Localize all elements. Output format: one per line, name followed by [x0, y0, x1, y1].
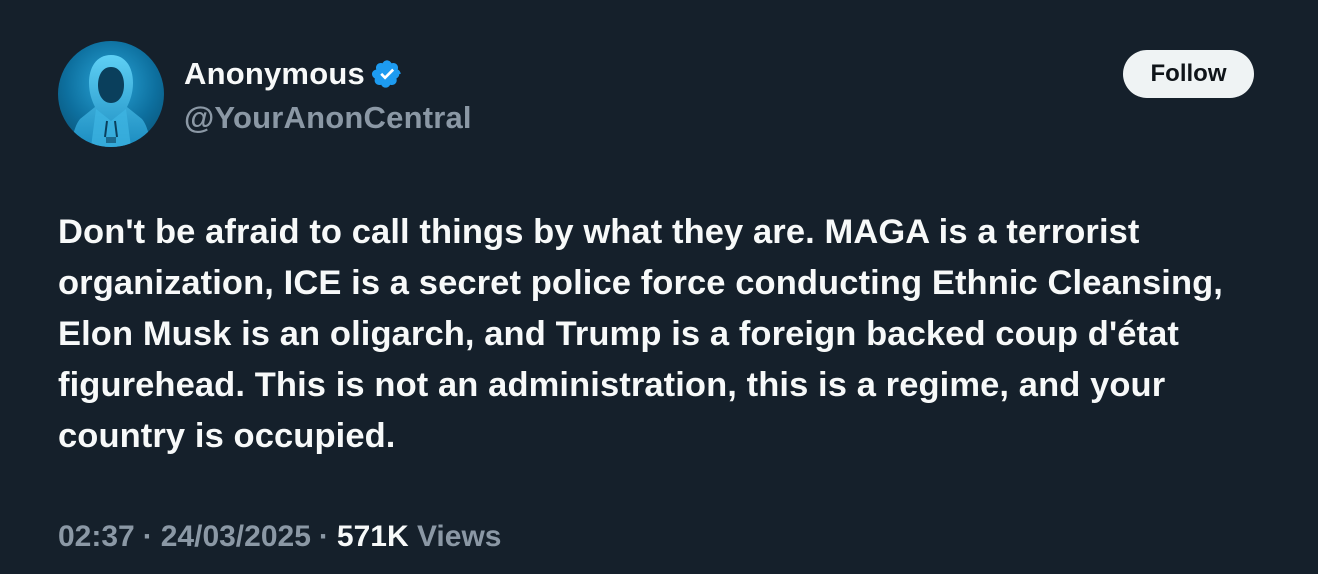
tweet-card: Anonymous @YourAnonCentral Follow Don't … — [0, 0, 1318, 574]
name-row: Anonymous — [184, 54, 472, 94]
tweet-meta: 02:37 · 24/03/2025 · 571K Views — [58, 515, 501, 559]
views-count: 571K — [336, 520, 409, 553]
meta-separator: · — [318, 520, 329, 553]
author-info: Anonymous @YourAnonCentral — [184, 54, 472, 138]
hooded-figure-icon — [71, 55, 151, 147]
author-handle[interactable]: @YourAnonCentral — [184, 98, 472, 138]
follow-button[interactable]: Follow — [1123, 50, 1254, 98]
tweet-text: Don't be afraid to call things by what t… — [58, 213, 1223, 455]
author-avatar[interactable] — [58, 41, 164, 147]
tweet-time[interactable]: 02:37 — [58, 520, 135, 553]
display-name[interactable]: Anonymous — [184, 56, 365, 92]
verified-badge-icon — [371, 58, 403, 90]
meta-separator: · — [142, 520, 153, 553]
views-label: Views — [416, 520, 502, 553]
tweet-date[interactable]: 24/03/2025 — [161, 520, 311, 553]
